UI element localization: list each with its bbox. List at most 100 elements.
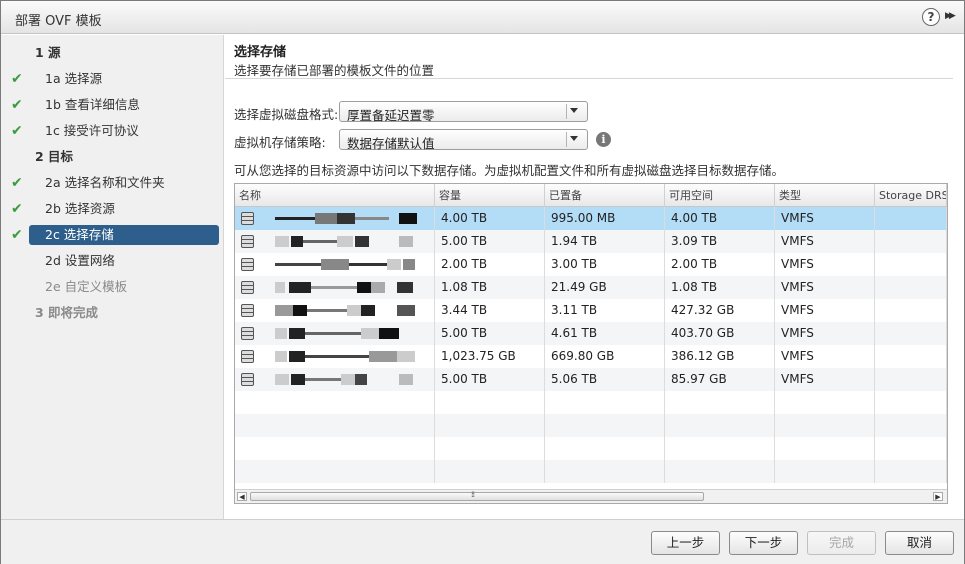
sidebar-step: 2 目标 — [1, 147, 224, 167]
redacted-datastore-name — [275, 236, 423, 247]
datastore-name-cell — [235, 230, 435, 253]
title-bar: 部署 OVF 模板 ? ▶▶ — [1, 1, 964, 34]
table-row[interactable]: 5.00 TB 4.61 TB 403.70 GB VMFS — [235, 322, 947, 345]
sidebar-step[interactable]: ✔ 1a 选择源 — [1, 69, 224, 89]
empty-cell — [665, 437, 775, 460]
scroll-left-icon[interactable]: ◀ — [237, 492, 247, 501]
table-cell-capacity: 5.00 TB — [435, 368, 545, 391]
divider — [225, 78, 953, 79]
table-row[interactable]: 4.00 TB 995.00 MB 4.00 TB VMFS — [235, 207, 947, 230]
empty-cell — [435, 437, 545, 460]
datastore-name-cell — [235, 253, 435, 276]
table-cell-type: VMFS — [775, 368, 875, 391]
sidebar-step: 1 源 — [1, 43, 224, 63]
table-cell-free: 3.09 TB — [665, 230, 775, 253]
scrollbar-thumb[interactable]: ⁞⁞ — [250, 490, 704, 501]
disk-format-dropdown[interactable]: 厚置备延迟置零 — [339, 101, 588, 123]
sidebar-step-label: 3 即将完成 — [35, 305, 99, 320]
empty-table-row — [235, 437, 947, 460]
datastore-name-cell — [235, 276, 435, 299]
table-cell-type: VMFS — [775, 207, 875, 230]
redacted-datastore-name — [275, 213, 423, 224]
table-row[interactable]: 1,023.75 GB 669.80 GB 386.12 GB VMFS — [235, 345, 947, 368]
empty-cell — [435, 391, 545, 414]
sidebar-step-label: 1c 接受许可协议 — [45, 123, 139, 138]
table-body: 4.00 TB 995.00 MB 4.00 TB VMFS 5.00 TB 1.94 T… — [235, 207, 947, 483]
table-cell-free: 386.12 GB — [665, 345, 775, 368]
wizard-steps-sidebar: 1 源 ✔ 1a 选择源 ✔ 1b 查看详细信息 ✔ 1c 接受许可协议 2 目标 ✔ 2a 选择… — [1, 35, 224, 519]
expand-panel-icon[interactable]: ▶▶ — [945, 11, 961, 25]
empty-cell — [235, 437, 435, 460]
datastore-icon — [241, 350, 254, 363]
table-cell-type: VMFS — [775, 276, 875, 299]
checkmark-icon: ✔ — [11, 175, 23, 191]
table-cell-drs — [875, 253, 947, 276]
empty-cell — [875, 414, 947, 437]
info-icon[interactable]: i — [596, 132, 611, 147]
column-header[interactable]: 容量 — [435, 184, 545, 207]
sidebar-step-label: 2d 设置网络 — [45, 253, 115, 268]
checkmark-icon: ✔ — [11, 227, 23, 243]
storage-policy-dropdown[interactable]: 数据存储默认值 — [339, 129, 588, 151]
finish-button[interactable]: 完成 — [807, 531, 876, 555]
help-icon[interactable]: ? — [922, 8, 940, 26]
table-row[interactable]: 1.08 TB 21.49 GB 1.08 TB VMFS — [235, 276, 947, 299]
sidebar-step-label: 2b 选择资源 — [45, 201, 115, 216]
page-title: 选择存储 — [234, 45, 287, 60]
datastore-name-cell — [235, 207, 435, 230]
table-cell-drs — [875, 368, 947, 391]
horizontal-scrollbar[interactable]: ◀ ⁞⁞ ▶ — [235, 489, 947, 503]
table-cell-drs — [875, 230, 947, 253]
empty-cell — [665, 460, 775, 483]
table-cell-free: 403.70 GB — [665, 322, 775, 345]
scroll-right-icon[interactable]: ▶ — [933, 492, 943, 501]
datastore-name-cell — [235, 299, 435, 322]
chevron-down-icon — [570, 108, 578, 113]
column-header[interactable]: Storage DRS — [875, 184, 947, 207]
sidebar-step-label: 2e 自定义模板 — [45, 279, 128, 294]
table-cell-provisioned: 3.00 TB — [545, 253, 665, 276]
table-row[interactable]: 3.44 TB 3.11 TB 427.32 GB VMFS — [235, 299, 947, 322]
disk-format-label: 选择虚拟磁盘格式: — [234, 107, 339, 122]
sidebar-step[interactable]: ✔ 2c 选择存储 — [1, 225, 224, 245]
datastore-icon — [241, 327, 254, 340]
sidebar-step-label: 1a 选择源 — [45, 71, 103, 86]
table-cell-capacity: 1,023.75 GB — [435, 345, 545, 368]
main-panel: 选择存储 选择要存储已部署的模板文件的位置 选择虚拟磁盘格式: 厚置备延迟置零 … — [225, 35, 964, 519]
datastore-icon — [241, 304, 254, 317]
datastore-table: 名称 容量 已置备 可用空间 类型 Storage DRS 4.00 TB 995.00 M… — [234, 183, 948, 504]
sidebar-step[interactable]: ✔ 2b 选择资源 — [1, 199, 224, 219]
back-button[interactable]: 上一步 — [651, 531, 720, 555]
column-header[interactable]: 可用空间 — [665, 184, 775, 207]
cancel-button[interactable]: 取消 — [885, 531, 954, 555]
sidebar-step[interactable]: ✔ 1b 查看详细信息 — [1, 95, 224, 115]
table-cell-capacity: 1.08 TB — [435, 276, 545, 299]
column-header[interactable]: 名称 — [235, 184, 435, 207]
datastore-name-cell — [235, 368, 435, 391]
table-row[interactable]: 2.00 TB 3.00 TB 2.00 TB VMFS — [235, 253, 947, 276]
datastore-icon — [241, 373, 254, 386]
table-row[interactable]: 5.00 TB 5.06 TB 85.97 GB VMFS — [235, 368, 947, 391]
sidebar-step-label: 1b 查看详细信息 — [45, 97, 140, 112]
empty-table-row — [235, 460, 947, 483]
chevron-down-icon — [570, 136, 578, 141]
table-cell-type: VMFS — [775, 253, 875, 276]
empty-cell — [665, 391, 775, 414]
table-cell-drs — [875, 207, 947, 230]
redacted-datastore-name — [275, 351, 423, 362]
datastore-icon — [241, 235, 254, 248]
sidebar-step[interactable]: 2d 设置网络 — [1, 251, 224, 271]
column-header[interactable]: 类型 — [775, 184, 875, 207]
storage-policy-value: 数据存储默认值 — [347, 136, 435, 151]
table-row[interactable]: 5.00 TB 1.94 TB 3.09 TB VMFS — [235, 230, 947, 253]
sidebar-step[interactable]: ✔ 2a 选择名称和文件夹 — [1, 173, 224, 193]
redacted-datastore-name — [275, 282, 423, 293]
table-cell-provisioned: 995.00 MB — [545, 207, 665, 230]
empty-cell — [875, 460, 947, 483]
column-header[interactable]: 已置备 — [545, 184, 665, 207]
table-cell-capacity: 3.44 TB — [435, 299, 545, 322]
next-button[interactable]: 下一步 — [729, 531, 798, 555]
empty-cell — [435, 414, 545, 437]
sidebar-step[interactable]: ✔ 1c 接受许可协议 — [1, 121, 224, 141]
table-cell-provisioned: 5.06 TB — [545, 368, 665, 391]
